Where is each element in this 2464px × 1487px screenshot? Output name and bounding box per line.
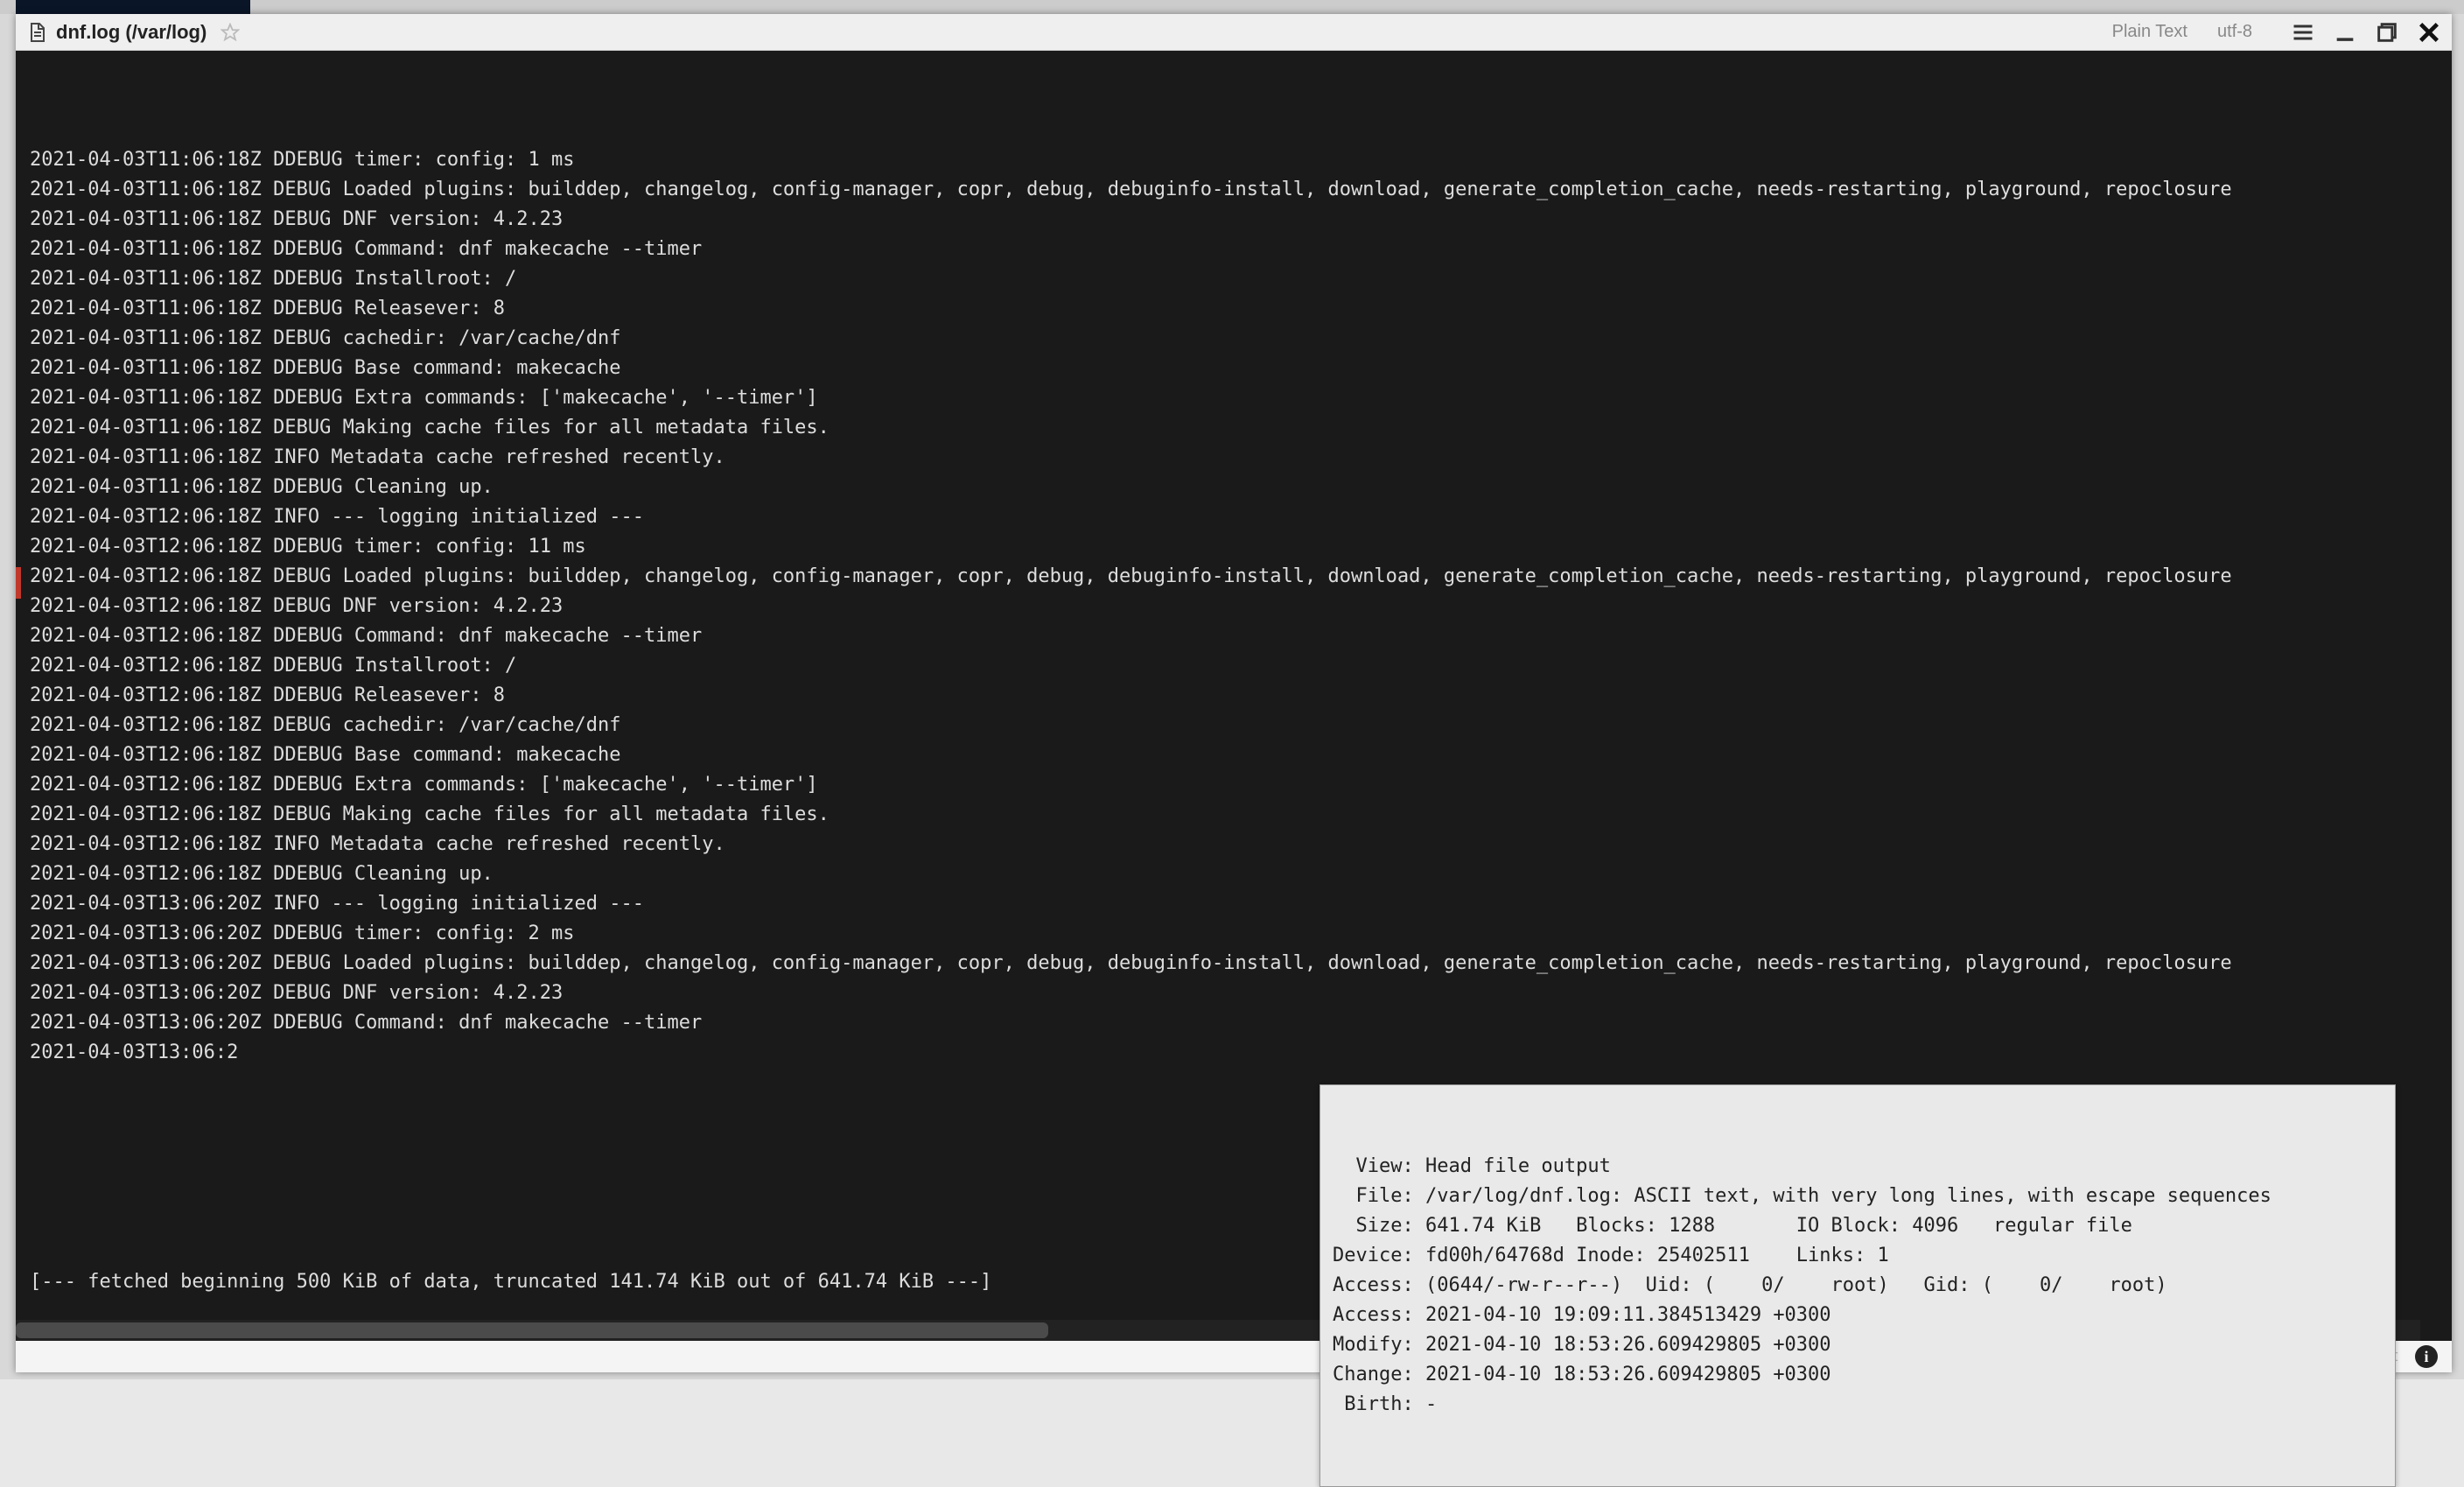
tooltip-line: Access: (0644/-rw-r--r--) Uid: ( 0/ root… bbox=[1333, 1271, 2383, 1301]
log-line: 2021-04-03T13:06:20Z DEBUG DNF version: … bbox=[30, 978, 2438, 1008]
log-line: 2021-04-03T12:06:18Z DDEBUG Base command… bbox=[30, 740, 2438, 770]
log-line: 2021-04-03T11:06:18Z DDEBUG Base command… bbox=[30, 354, 2438, 383]
active-app-tab[interactable] bbox=[16, 0, 250, 14]
tooltip-line: File: /var/log/dnf.log: ASCII text, with… bbox=[1333, 1182, 2383, 1211]
syntax-format-label[interactable]: Plain Text bbox=[2112, 22, 2188, 42]
log-line: 2021-04-03T12:06:18Z DEBUG DNF version: … bbox=[30, 592, 2438, 621]
tooltip-line: Birth: - bbox=[1333, 1390, 2383, 1420]
log-line: 2021-04-03T13:06:20Z DEBUG Loaded plugin… bbox=[30, 949, 2438, 978]
fetch-truncation-note: [--- fetched beginning 500 KiB of data, … bbox=[30, 1267, 991, 1297]
document-title: dnf.log (/var/log) bbox=[56, 21, 206, 44]
close-icon[interactable] bbox=[2417, 20, 2441, 45]
log-line: 2021-04-03T11:06:18Z DEBUG Loaded plugin… bbox=[30, 175, 2438, 205]
log-line: 2021-04-03T11:06:18Z INFO Metadata cache… bbox=[30, 443, 2438, 473]
log-line: 2021-04-03T12:06:18Z DDEBUG Extra comman… bbox=[30, 770, 2438, 800]
star-icon[interactable] bbox=[220, 23, 240, 42]
horizontal-scrollbar-thumb[interactable] bbox=[16, 1322, 1048, 1338]
log-line: 2021-04-03T12:06:18Z DDEBUG Command: dnf… bbox=[30, 621, 2438, 651]
tooltip-line: Change: 2021-04-10 18:53:26.609429805 +0… bbox=[1333, 1360, 2383, 1390]
log-line: 2021-04-03T12:06:18Z DEBUG Making cache … bbox=[30, 800, 2438, 830]
log-line: 2021-04-03T11:06:18Z DEBUG DNF version: … bbox=[30, 205, 2438, 235]
os-tab-strip bbox=[0, 0, 2464, 14]
tooltip-line: View: Head file output bbox=[1333, 1152, 2383, 1182]
document-icon bbox=[26, 22, 47, 43]
log-line: 2021-04-03T13:06:20Z INFO --- logging in… bbox=[30, 889, 2438, 919]
title-bar: dnf.log (/var/log) Plain Text utf-8 bbox=[16, 14, 2452, 51]
log-line: 2021-04-03T13:06:2 bbox=[30, 1038, 2438, 1068]
error-marker bbox=[16, 567, 21, 599]
log-line: 2021-04-03T11:06:18Z DEBUG Making cache … bbox=[30, 413, 2438, 443]
log-line: 2021-04-03T12:06:18Z INFO --- logging in… bbox=[30, 502, 2438, 532]
log-line: 2021-04-03T12:06:18Z DDEBUG Cleaning up. bbox=[30, 859, 2438, 889]
log-line: 2021-04-03T12:06:18Z DDEBUG Releasever: … bbox=[30, 681, 2438, 711]
log-line: 2021-04-03T11:06:18Z DDEBUG Installroot:… bbox=[30, 264, 2438, 294]
maximize-icon[interactable] bbox=[2375, 20, 2399, 45]
tooltip-line: Device: fd00h/64768d Inode: 25402511 Lin… bbox=[1333, 1241, 2383, 1271]
log-line: 2021-04-03T11:06:18Z DDEBUG Cleaning up. bbox=[30, 473, 2438, 502]
tooltip-line: Modify: 2021-04-10 18:53:26.609429805 +0… bbox=[1333, 1330, 2383, 1360]
encoding-label[interactable]: utf-8 bbox=[2217, 22, 2252, 42]
log-line: 2021-04-03T11:06:18Z DDEBUG timer: confi… bbox=[30, 145, 2438, 175]
minimize-icon[interactable] bbox=[2333, 20, 2357, 45]
log-line: 2021-04-03T12:06:18Z DEBUG Loaded plugin… bbox=[30, 562, 2438, 592]
log-line: 2021-04-03T11:06:18Z DEBUG cachedir: /va… bbox=[30, 324, 2438, 354]
tooltip-line: Size: 641.74 KiB Blocks: 1288 IO Block: … bbox=[1333, 1211, 2383, 1241]
tooltip-line: Access: 2021-04-10 19:09:11.384513429 +0… bbox=[1333, 1301, 2383, 1330]
info-icon[interactable]: i bbox=[2415, 1345, 2438, 1368]
log-line: 2021-04-03T12:06:18Z INFO Metadata cache… bbox=[30, 830, 2438, 859]
log-line: 2021-04-03T12:06:18Z DDEBUG Installroot:… bbox=[30, 651, 2438, 681]
log-line: 2021-04-03T11:06:18Z DDEBUG Extra comman… bbox=[30, 383, 2438, 413]
log-line: 2021-04-03T12:06:18Z DEBUG cachedir: /va… bbox=[30, 711, 2438, 740]
log-line: 2021-04-03T12:06:18Z DDEBUG timer: confi… bbox=[30, 532, 2438, 562]
log-line: 2021-04-03T13:06:20Z DDEBUG timer: confi… bbox=[30, 919, 2438, 949]
log-line: 2021-04-03T11:06:18Z DDEBUG Releasever: … bbox=[30, 294, 2438, 324]
log-line: 2021-04-03T13:06:20Z DDEBUG Command: dnf… bbox=[30, 1008, 2438, 1038]
log-line: 2021-04-03T11:06:18Z DDEBUG Command: dnf… bbox=[30, 235, 2438, 264]
file-info-tooltip: View: Head file output File: /var/log/dn… bbox=[1320, 1084, 2396, 1487]
hamburger-menu-icon[interactable] bbox=[2291, 20, 2315, 45]
